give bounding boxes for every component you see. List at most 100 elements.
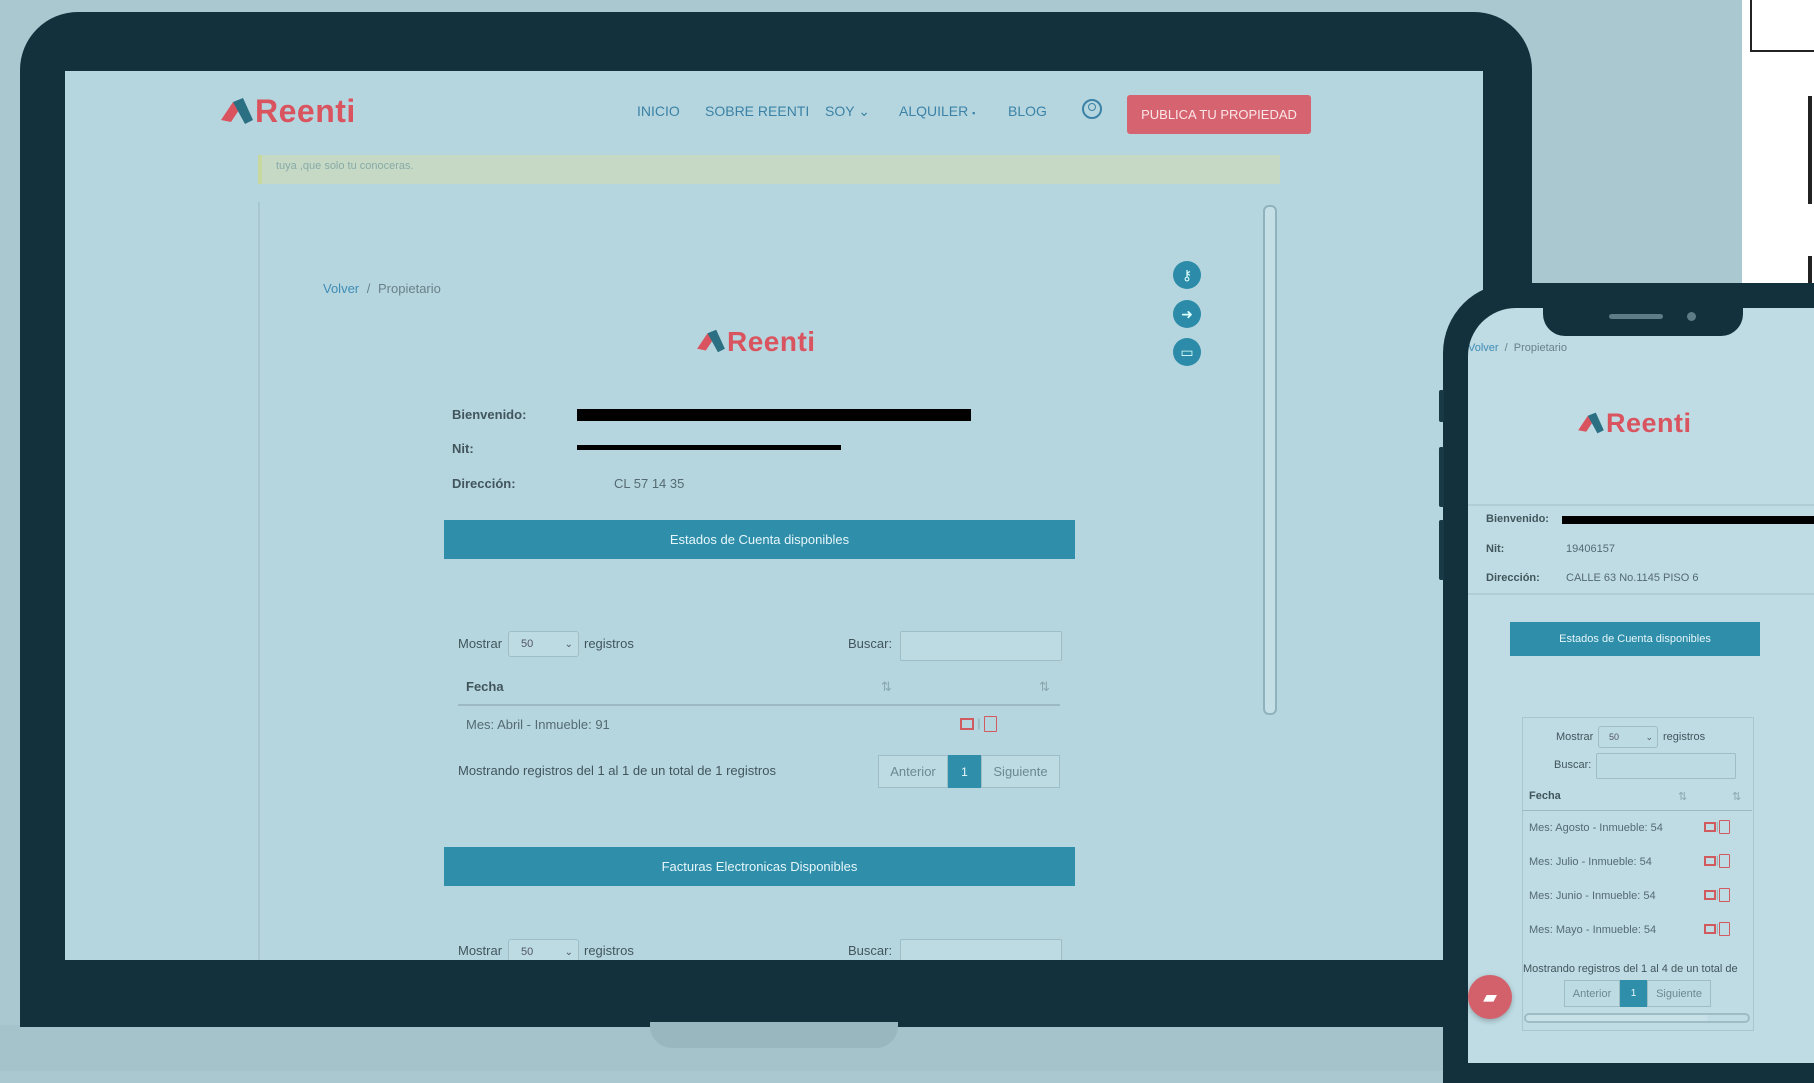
redacted-nit (577, 445, 841, 450)
key-icon[interactable]: ⚷ (1173, 261, 1201, 289)
pdf-icon[interactable] (983, 716, 997, 732)
panel-logo: Reenti (695, 326, 816, 358)
laptop-trackpad-notch (650, 1022, 898, 1048)
column-fecha[interactable]: Fecha (1529, 790, 1561, 802)
search-label: Buscar: (1554, 759, 1592, 771)
navbar: Reenti INICIO SOBRE REENTI SOY ⌄ ALQUILE… (65, 71, 1483, 155)
panel-scrollbar[interactable] (1263, 205, 1277, 715)
search-label: Buscar: (848, 636, 893, 651)
logout-icon[interactable]: ➜ (1173, 300, 1201, 328)
horizontal-scrollbar[interactable] (1524, 1013, 1750, 1023)
breadcrumb-back-link[interactable]: Volver (323, 281, 359, 296)
brand-logo[interactable]: Reenti (219, 93, 356, 130)
pagination-next[interactable]: Siguiente (1647, 980, 1711, 1007)
page-size-value: 50 (521, 946, 534, 958)
breadcrumb: Volver / Propietario (323, 281, 441, 296)
page-size-select[interactable]: 50 ⌄ (508, 939, 579, 960)
nit-value: 19406157 (1566, 543, 1615, 555)
table-row: Mes: Mayo - Inmueble: 54 (1529, 924, 1657, 936)
pdf-icon[interactable] (1718, 854, 1730, 868)
alert-text: tuya ,que solo tu conoceras. (276, 160, 414, 172)
nav-blog[interactable]: BLOG (1008, 103, 1047, 119)
laptop-screen: Reenti INICIO SOBRE REENTI SOY ⌄ ALQUILE… (65, 71, 1483, 960)
document-box (1750, 0, 1814, 52)
nav-sobre-reenti[interactable]: SOBRE REENTI (705, 103, 809, 119)
panel-logo-text: Reenti (727, 326, 816, 357)
search-input[interactable] (900, 631, 1062, 661)
phone-breadcrumb: Volver / Propietario (1468, 342, 1567, 354)
divider (1468, 593, 1814, 595)
row-actions: | (1704, 820, 1730, 834)
sort-icon[interactable]: ⇅ (1732, 790, 1741, 803)
table-summary: Mostrando registros del 1 al 4 de un tot… (1523, 963, 1738, 975)
publish-property-button[interactable]: PUBLICA TU PROPIEDAD (1127, 95, 1311, 134)
column-fecha[interactable]: Fecha (466, 679, 504, 694)
show-label: Mostrar (1556, 731, 1594, 743)
nav-alquiler-label: ALQUILER (899, 103, 969, 119)
chevron-down-icon: ⌄ (564, 946, 573, 958)
table-summary: Mostrando registros del 1 al 1 de un tot… (458, 763, 776, 778)
breadcrumb-separator: / (1504, 342, 1508, 354)
page-size-value: 50 (1609, 732, 1620, 742)
lock-icon: ▪ (972, 108, 976, 118)
address-label: Dirección: (452, 476, 516, 491)
pagination-previous[interactable]: Anterior (878, 755, 948, 788)
reenti-mark-icon (1578, 412, 1604, 434)
alert-banner: tuya ,que solo tu conoceras. (258, 155, 1280, 184)
pagination-page-1[interactable]: 1 (1620, 980, 1647, 1007)
address-value: CL 57 14 35 (614, 476, 685, 491)
chevron-down-icon: ⌄ (564, 638, 573, 650)
redacted-name (577, 409, 971, 421)
page-size-select[interactable]: 50 ⌄ (1598, 726, 1658, 748)
address-value: CALLE 63 No.1145 PISO 6 (1566, 572, 1699, 584)
phone-notch (1543, 300, 1743, 336)
card-icon[interactable]: ▭ (1173, 338, 1201, 366)
show-label: Mostrar (458, 636, 503, 651)
nav-soy[interactable]: SOY ⌄ (825, 103, 870, 120)
phone-side-button (1439, 390, 1444, 422)
welcome-label: Bienvenido: (1486, 513, 1549, 525)
statement-view-icon[interactable] (1704, 822, 1716, 832)
statement-view-icon[interactable] (1704, 890, 1716, 900)
breadcrumb-separator: / (366, 281, 371, 296)
statement-view-icon[interactable] (1704, 856, 1716, 866)
search-input[interactable] (900, 939, 1062, 960)
pagination-next[interactable]: Siguiente (981, 755, 1060, 788)
page-size-select[interactable]: 50 ⌄ (508, 631, 579, 657)
pagination-page-1[interactable]: 1 (948, 755, 981, 788)
document-line (1808, 96, 1812, 204)
nav-alquiler[interactable]: ALQUILER ▪ (899, 103, 975, 119)
nav-soy-label: SOY (825, 103, 855, 119)
row-actions: | (1704, 922, 1730, 936)
section-statements-header: Estados de Cuenta disponibles (1510, 622, 1760, 656)
brand-name: Reenti (255, 93, 356, 129)
row-actions: | (1704, 854, 1730, 868)
nav-inicio[interactable]: INICIO (637, 103, 680, 119)
records-label: registros (1663, 731, 1706, 743)
scrollbar-thumb[interactable] (1526, 1015, 1709, 1021)
search-input[interactable] (1596, 753, 1736, 779)
pdf-icon[interactable] (1718, 820, 1730, 834)
sort-icon[interactable]: ⇅ (1678, 790, 1687, 803)
nit-label: Nit: (1486, 543, 1505, 555)
statement-view-icon[interactable] (1704, 924, 1716, 934)
pdf-icon[interactable] (1718, 888, 1730, 902)
table-header-divider (1522, 810, 1752, 811)
nit-label: Nit: (452, 441, 474, 456)
table-row: Mes: Julio - Inmueble: 54 (1529, 856, 1652, 868)
chat-bubble-icon: ▰ (1483, 986, 1497, 1007)
sort-icon[interactable]: ⇅ (1039, 679, 1050, 695)
chevron-down-icon: ⌄ (1645, 731, 1653, 742)
divider (1468, 504, 1814, 506)
breadcrumb-back-link[interactable]: Volver (1468, 342, 1499, 354)
row-actions: | (1704, 888, 1730, 902)
pdf-icon[interactable] (1718, 922, 1730, 936)
user-account-icon[interactable] (1082, 99, 1102, 119)
phone-side-button (1439, 520, 1444, 580)
sort-icon[interactable]: ⇅ (881, 679, 892, 695)
statement-view-icon[interactable] (960, 718, 974, 730)
breadcrumb-current: Propietario (378, 281, 441, 296)
section-invoices-header: Facturas Electronicas Disponibles (444, 847, 1075, 886)
pagination-previous[interactable]: Anterior (1564, 980, 1620, 1007)
chat-button[interactable]: ▰ (1468, 975, 1512, 1019)
